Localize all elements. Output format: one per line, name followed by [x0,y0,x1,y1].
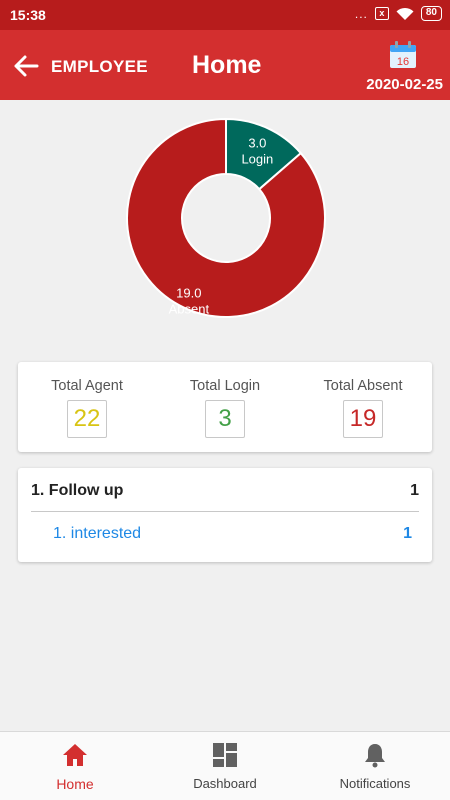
bottom-navigation: Home Dashboard Notifications [0,731,450,800]
calendar-day: 16 [397,56,409,68]
stat-total-login: Total Login 3 [156,362,294,452]
calendar-icon[interactable]: 16 [388,40,418,70]
wifi-icon [396,7,414,20]
status-bar: 15:38 ... x 80 [0,0,450,30]
no-sim-icon: x [374,7,389,20]
stat-label: Total Absent [323,378,403,394]
app-bar: EMPLOYEE Home 16 2020-02-25 [0,30,450,100]
stat-value: 3 [205,400,245,438]
followup-title: 1. Follow up [31,482,124,499]
back-arrow-icon[interactable] [12,52,40,80]
followup-item-label: 1. interested [53,525,142,542]
selected-date: 2020-02-25 [366,76,443,93]
nav-label: Home [56,776,94,792]
followup-item-count: 1 [403,525,412,542]
nav-dashboard[interactable]: Dashboard [150,732,300,800]
stat-value: 19 [343,400,383,438]
followup-count: 1 [410,482,419,499]
more-dots: ... [354,6,368,21]
status-time: 15:38 [10,7,46,23]
nav-notifications[interactable]: Notifications [300,732,450,800]
home-icon [63,744,87,766]
nav-label: Notifications [339,776,411,791]
battery-indicator: 80 [420,6,442,21]
stats-card: Total Agent 22 Total Login 3 Total Absen… [18,362,432,452]
section-label: EMPLOYEE [51,57,148,76]
status-icons: ... x 80 [355,6,442,21]
followup-card: 1. Follow up 1 1. interested 1 [18,468,432,562]
followup-item-interested[interactable]: 1. interested 1 [18,520,432,552]
bell-icon [365,744,385,768]
nav-label: Dashboard [193,776,257,791]
page-title: Home [192,51,262,79]
nav-home[interactable]: Home [0,732,150,800]
divider [31,511,419,512]
stat-label: Total Login [189,378,261,394]
stat-label: Total Agent [51,378,123,394]
stat-total-agent: Total Agent 22 [18,362,156,452]
stat-value: 22 [67,400,107,438]
attendance-donut-chart: 3.0 Login19.0 Absent [126,118,326,318]
stat-total-absent: Total Absent 19 [294,362,432,452]
dashboard-icon [213,743,237,767]
